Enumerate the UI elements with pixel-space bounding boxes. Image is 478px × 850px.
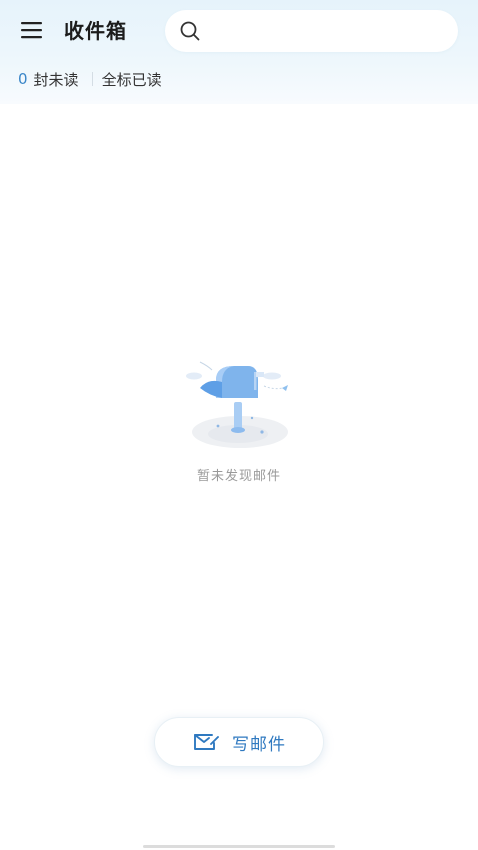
mailbox-illustration [186, 361, 288, 448]
compose-button-label: 写邮件 [232, 734, 286, 755]
search-bar[interactable] [165, 10, 458, 52]
unread-count: 0 [18, 70, 28, 88]
search-icon [180, 21, 200, 41]
empty-state-message: 暂未发现邮件 [196, 469, 281, 484]
page-title: 收件箱 [64, 19, 127, 43]
mark-all-read-button[interactable]: 全标已读 [102, 69, 162, 90]
unread-label: 封未读 [33, 70, 79, 89]
mail-edit-icon [194, 734, 219, 750]
menu-icon [21, 22, 42, 39]
status-divider [91, 72, 93, 86]
top-bar: 收件箱 [0, 0, 478, 62]
home-indicator [143, 845, 335, 848]
search-input[interactable] [209, 16, 448, 48]
menu-button[interactable] [14, 14, 50, 46]
mail-status-bar: 0 封未读 全标已读 [18, 67, 162, 91]
compose-mail-button[interactable]: 写邮件 [154, 717, 324, 767]
